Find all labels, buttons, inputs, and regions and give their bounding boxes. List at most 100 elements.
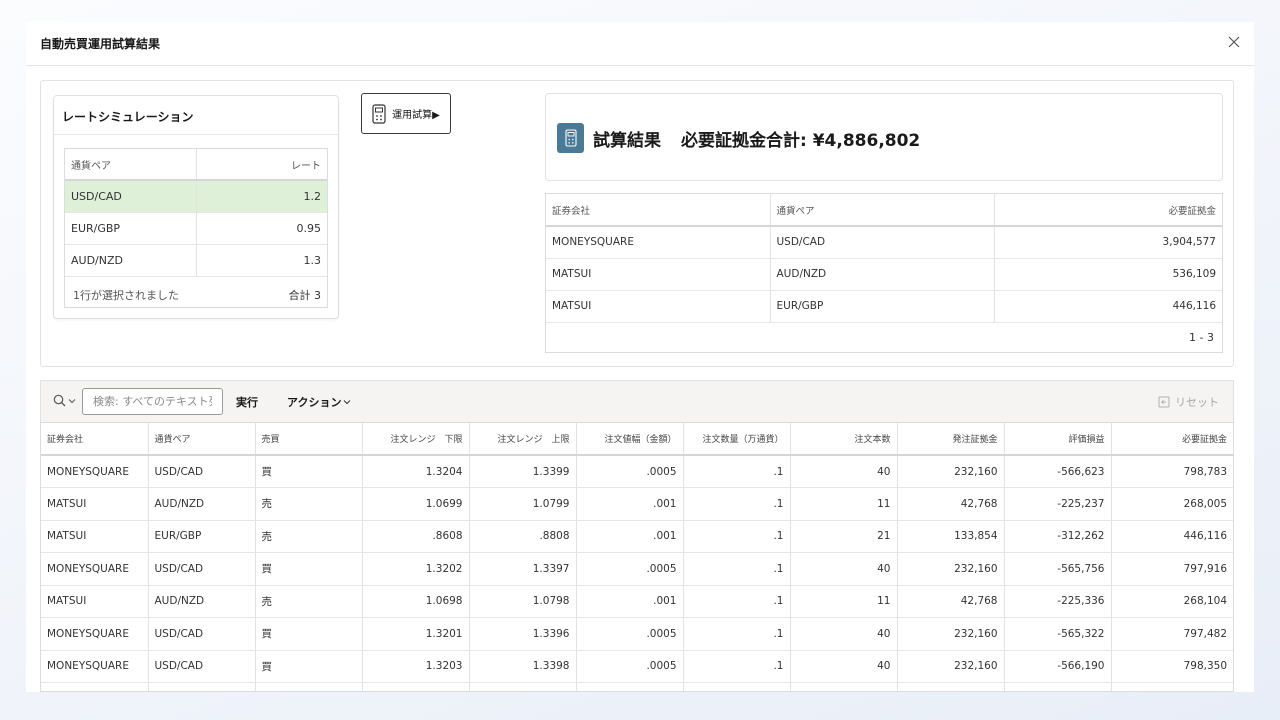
cell-side: 買 bbox=[255, 617, 363, 651]
cell-side: 売 bbox=[255, 487, 363, 521]
cell-range-low: 1.3202 bbox=[362, 552, 470, 586]
result-grid: 証券会社 通貨ペア 必要証拠金 MONEYSQUARE USD/CAD 3,90… bbox=[545, 193, 1223, 353]
cell-range-low: 1.0699 bbox=[362, 487, 470, 521]
simulation-detail-grid: 証券会社 通貨ペア 売買 注文レンジ 下限 注文レンジ 上限 注文値幅（金額） 注文数量（万… bbox=[40, 422, 1234, 692]
result-summary: 試算結果 必要証拠金合計: ¥4,886,802 bbox=[545, 93, 1223, 181]
cell-unrealized-pl: -225,336 bbox=[1004, 585, 1112, 618]
cell-range-high: 1.0799 bbox=[469, 487, 577, 521]
close-icon bbox=[1228, 36, 1240, 48]
column-header-quantity[interactable]: 注文数量（万通貨） bbox=[683, 423, 791, 456]
go-button[interactable]: 実行 bbox=[236, 394, 258, 410]
column-header-broker[interactable]: 証券会社 bbox=[41, 423, 149, 456]
cell-margin: 3,904,577 bbox=[994, 226, 1222, 259]
close-button[interactable] bbox=[1226, 34, 1242, 50]
cell-range-high bbox=[469, 682, 577, 691]
cell-price-step: .0005 bbox=[576, 552, 684, 586]
column-header-side[interactable]: 売買 bbox=[255, 423, 363, 456]
cell-side: 買 bbox=[255, 650, 363, 683]
cell-price-step: .0005 bbox=[576, 617, 684, 651]
cell-broker: MATSUI bbox=[546, 258, 771, 291]
cell-pair[interactable]: USD/CAD bbox=[65, 180, 197, 213]
dialog: 自動売買運用試算結果 レートシミュレーション 通貨ペア レート USD/CAD … bbox=[26, 22, 1254, 692]
cell-order-count: 40 bbox=[790, 650, 898, 683]
cell-unrealized-pl: -312,262 bbox=[1004, 520, 1112, 553]
column-header-rate[interactable]: レート bbox=[196, 149, 327, 181]
cell-side: 売 bbox=[255, 520, 363, 553]
reset-button[interactable]: リセット bbox=[1158, 394, 1219, 410]
cell-price-step: .001 bbox=[576, 520, 684, 553]
cell-rate[interactable]: 1.2 bbox=[196, 180, 327, 213]
cell-unrealized-pl bbox=[1004, 682, 1112, 691]
cell-broker: MONEYSQUARE bbox=[41, 455, 149, 488]
table-row[interactable] bbox=[41, 682, 1233, 691]
cell-order-margin: 42,768 bbox=[897, 487, 1005, 521]
table-row[interactable]: EUR/GBP 0.95 bbox=[65, 212, 327, 245]
column-header-price-step[interactable]: 注文値幅（金額） bbox=[576, 423, 684, 456]
result-icon bbox=[557, 123, 584, 153]
cell-broker: MATSUI bbox=[546, 290, 771, 323]
search-icon bbox=[53, 394, 66, 407]
cell-rate[interactable]: 1.3 bbox=[196, 244, 327, 277]
table-row[interactable]: MONEYSQUARE USD/CAD 買 1.3202 1.3397.0005.1 40… bbox=[41, 552, 1233, 586]
cell-required-margin: 797,916 bbox=[1111, 552, 1233, 586]
cell-quantity: .1 bbox=[683, 650, 791, 683]
run-simulation-button[interactable]: 運用試算▶ bbox=[361, 93, 451, 134]
table-row[interactable]: USD/CAD 1.2 bbox=[65, 180, 327, 213]
table-row[interactable]: MONEYSQUARE USD/CAD 買 1.3201 1.3396.0005.1 40… bbox=[41, 617, 1233, 651]
column-header-required-margin[interactable]: 必要証拠金 bbox=[1111, 423, 1233, 456]
column-header-unrealized-pl[interactable]: 評価損益 bbox=[1004, 423, 1112, 456]
cell-order-count: 21 bbox=[790, 520, 898, 553]
actions-menu-button[interactable]: アクション bbox=[287, 394, 351, 410]
table-row[interactable]: MATSUI AUD/NZD 売 1.0699 1.0799.001.1 11 42,768… bbox=[41, 487, 1233, 521]
cell-rate[interactable]: 0.95 bbox=[196, 212, 327, 245]
cell-broker: MONEYSQUARE bbox=[546, 226, 771, 259]
cell-broker: MATSUI bbox=[41, 520, 149, 553]
cell-range-low: 1.3204 bbox=[362, 455, 470, 488]
cell-unrealized-pl: -565,756 bbox=[1004, 552, 1112, 586]
search-input[interactable] bbox=[82, 388, 223, 415]
dialog-title: 自動売買運用試算結果 bbox=[40, 37, 161, 51]
cell-quantity: .1 bbox=[683, 520, 791, 553]
table-row[interactable]: AUD/NZD 1.3 bbox=[65, 244, 327, 277]
table-row[interactable]: MATSUI EUR/GBP 売 .8608.8808.001.1 21 133,854-… bbox=[41, 520, 1233, 553]
cell-required-margin: 798,783 bbox=[1111, 455, 1233, 488]
table-row[interactable]: MONEYSQUARE USD/CAD 3,904,577 bbox=[546, 226, 1222, 259]
cell-pair[interactable]: EUR/GBP bbox=[65, 212, 197, 245]
column-header-range-high[interactable]: 注文レンジ 上限 bbox=[469, 423, 577, 456]
column-header-pair[interactable]: 通貨ペア bbox=[65, 149, 197, 181]
cell-order-count: 40 bbox=[790, 455, 898, 488]
cell-range-high: 1.3396 bbox=[469, 617, 577, 651]
cell-side bbox=[255, 682, 363, 691]
column-header-broker[interactable]: 証券会社 bbox=[546, 194, 771, 227]
cell-side: 売 bbox=[255, 585, 363, 618]
dialog-header: 自動売買運用試算結果 bbox=[26, 22, 1254, 66]
column-header-pair[interactable]: 通貨ペア bbox=[770, 194, 995, 227]
cell-order-count: 11 bbox=[790, 487, 898, 521]
column-header-order-margin[interactable]: 発注証拠金 bbox=[897, 423, 1005, 456]
column-header-pair[interactable]: 通貨ペア bbox=[148, 423, 256, 456]
rate-grid-footer: 1行が選択されました 合計 3 bbox=[65, 279, 327, 307]
column-header-margin[interactable]: 必要証拠金 bbox=[994, 194, 1222, 227]
table-row[interactable]: MONEYSQUARE USD/CAD 買 1.3203 1.3398.0005.1 40… bbox=[41, 650, 1233, 683]
cell-pair[interactable]: AUD/NZD bbox=[65, 244, 197, 277]
column-header-range-low[interactable]: 注文レンジ 下限 bbox=[362, 423, 470, 456]
cell-range-high: 1.3397 bbox=[469, 552, 577, 586]
table-row[interactable]: MATSUI AUD/NZD 売 1.0698 1.0798.001.1 11 42,768… bbox=[41, 585, 1233, 618]
cell-order-margin: 232,160 bbox=[897, 650, 1005, 683]
cell-range-high: 1.3398 bbox=[469, 650, 577, 683]
cell-order-count: 40 bbox=[790, 617, 898, 651]
cell-range-low: .8608 bbox=[362, 520, 470, 553]
cell-order-count: 11 bbox=[790, 585, 898, 618]
cell-side: 買 bbox=[255, 552, 363, 586]
chevron-down-icon bbox=[68, 398, 76, 403]
cell-pair: USD/CAD bbox=[148, 650, 256, 683]
table-row[interactable]: MONEYSQUARE USD/CAD 買 1.3204 1.3399.0005.1 40… bbox=[41, 455, 1233, 488]
cell-price-step bbox=[576, 682, 684, 691]
table-row[interactable]: MATSUI AUD/NZD 536,109 bbox=[546, 258, 1222, 291]
search-column-selector[interactable] bbox=[53, 394, 76, 407]
table-row[interactable]: MATSUI EUR/GBP 446,116 bbox=[546, 290, 1222, 323]
cell-range-low: 1.3203 bbox=[362, 650, 470, 683]
rate-simulation-title: レートシミュレーション bbox=[62, 110, 194, 124]
column-header-order-count[interactable]: 注文本数 bbox=[790, 423, 898, 456]
cell-margin: 536,109 bbox=[994, 258, 1222, 291]
